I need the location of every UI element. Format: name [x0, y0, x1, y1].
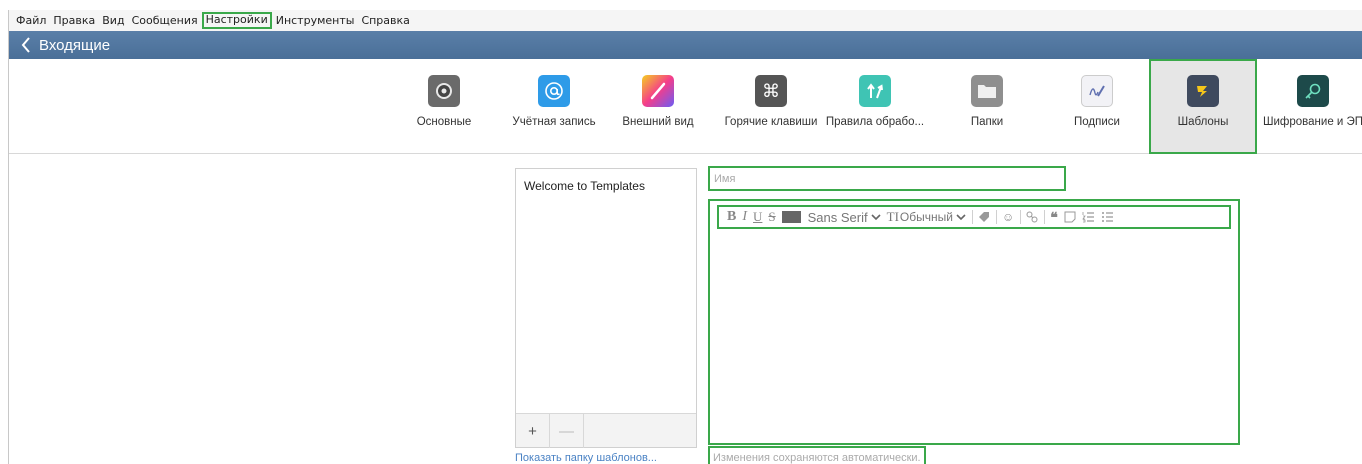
at-sign-icon	[538, 75, 570, 107]
tab-label: Внешний вид	[622, 116, 694, 128]
tab-general[interactable]: Основные	[409, 59, 479, 154]
menu-help[interactable]: Справка	[358, 12, 412, 29]
tab-templates[interactable]: Шаблоны	[1149, 59, 1257, 154]
tab-label: Папки	[970, 116, 1004, 128]
menu-tools[interactable]: Инструменты	[273, 12, 358, 29]
font-size-value: Обычный	[899, 210, 953, 224]
tab-label: Учётная запись	[512, 116, 596, 128]
ordered-list-icon[interactable]	[1082, 207, 1095, 227]
font-family-select[interactable]: Sans Serif	[808, 207, 881, 227]
template-body-editor[interactable]	[710, 233, 1238, 443]
toolbar-divider	[1020, 210, 1022, 224]
brush-icon	[642, 75, 674, 107]
quote-icon[interactable]: ❝	[1050, 207, 1058, 227]
key-icon	[1297, 75, 1329, 107]
clear-format-icon[interactable]	[1064, 207, 1076, 227]
template-name-input[interactable]	[708, 166, 1066, 191]
bullet-list-icon[interactable]	[1101, 207, 1114, 227]
chevron-down-icon	[956, 214, 966, 221]
tab-label: Горячие клавиши	[724, 116, 818, 128]
tab-label: Основные	[416, 116, 472, 128]
formatting-toolbar: B I U S Sans Serif TI Обычный ☺ ❝	[717, 205, 1231, 229]
list-item[interactable]: Welcome to Templates	[516, 169, 696, 203]
menu-settings[interactable]: Настройки	[201, 12, 272, 29]
tab-label: Шаблоны	[1177, 116, 1229, 128]
tab-label: Правила обрабо...	[825, 116, 925, 128]
text-size-icon: TI	[886, 209, 899, 224]
text-color-button[interactable]	[781, 211, 801, 223]
command-key-icon: ⌘	[755, 75, 787, 107]
toolbar-divider	[995, 210, 997, 224]
italic-button[interactable]: I	[742, 207, 747, 227]
tab-folders[interactable]: Папки	[955, 59, 1019, 154]
title-bar: Входящие	[9, 31, 1362, 59]
add-template-button[interactable]: +	[516, 414, 550, 448]
show-templates-folder-link[interactable]: Показать папку шаблонов...	[515, 452, 657, 464]
font-size-select[interactable]: TI Обычный	[887, 207, 966, 227]
gear-icon	[428, 75, 460, 107]
remove-template-button[interactable]: —	[550, 414, 584, 448]
chevron-left-icon[interactable]	[17, 34, 35, 56]
menu-bar: Файл Правка Вид Сообщения Настройки Инст…	[9, 10, 1362, 31]
template-arrow-icon	[1187, 75, 1219, 107]
preferences-toolbar: Основные Учётная запись Внешний вид ⌘ Го…	[9, 59, 1362, 154]
template-editor: B I U S Sans Serif TI Обычный ☺ ❝	[708, 199, 1240, 445]
templates-list: Welcome to Templates + —	[515, 168, 697, 448]
bold-button[interactable]: B	[727, 207, 736, 227]
tab-appearance[interactable]: Внешний вид	[615, 59, 701, 154]
font-family-value: Sans Serif	[807, 209, 868, 225]
link-icon[interactable]	[1026, 207, 1038, 227]
emoji-icon[interactable]: ☺	[1002, 207, 1014, 227]
folder-icon	[971, 75, 1003, 107]
tab-account[interactable]: Учётная запись	[505, 59, 603, 154]
tab-rules[interactable]: Правила обрабо...	[823, 59, 927, 154]
toolbar-divider	[971, 210, 973, 224]
menu-edit[interactable]: Правка	[50, 12, 98, 29]
strikethrough-button[interactable]: S	[768, 207, 775, 227]
tab-signatures[interactable]: Подписи	[1061, 59, 1133, 154]
page-title[interactable]: Входящие	[39, 37, 110, 54]
templates-list-footer: + —	[516, 413, 696, 448]
tab-hotkeys[interactable]: ⌘ Горячие клавиши	[719, 59, 823, 154]
tab-encryption[interactable]: Шифрование и ЭП	[1263, 59, 1362, 154]
tab-label: Шифрование и ЭП	[1262, 116, 1362, 128]
app-window: Файл Правка Вид Сообщения Настройки Инст…	[8, 10, 1362, 464]
tag-icon[interactable]	[978, 207, 990, 227]
signature-icon	[1081, 75, 1113, 107]
menu-view[interactable]: Вид	[99, 12, 127, 29]
autosave-note: Изменения сохраняются автоматически.	[708, 446, 926, 464]
tab-label: Подписи	[1074, 116, 1120, 128]
toolbar-divider	[1044, 210, 1046, 224]
chevron-down-icon	[871, 214, 881, 221]
underline-button[interactable]: U	[753, 207, 762, 227]
menu-messages[interactable]: Сообщения	[129, 12, 201, 29]
menu-file[interactable]: Файл	[13, 12, 49, 29]
arrows-up-icon	[859, 75, 891, 107]
